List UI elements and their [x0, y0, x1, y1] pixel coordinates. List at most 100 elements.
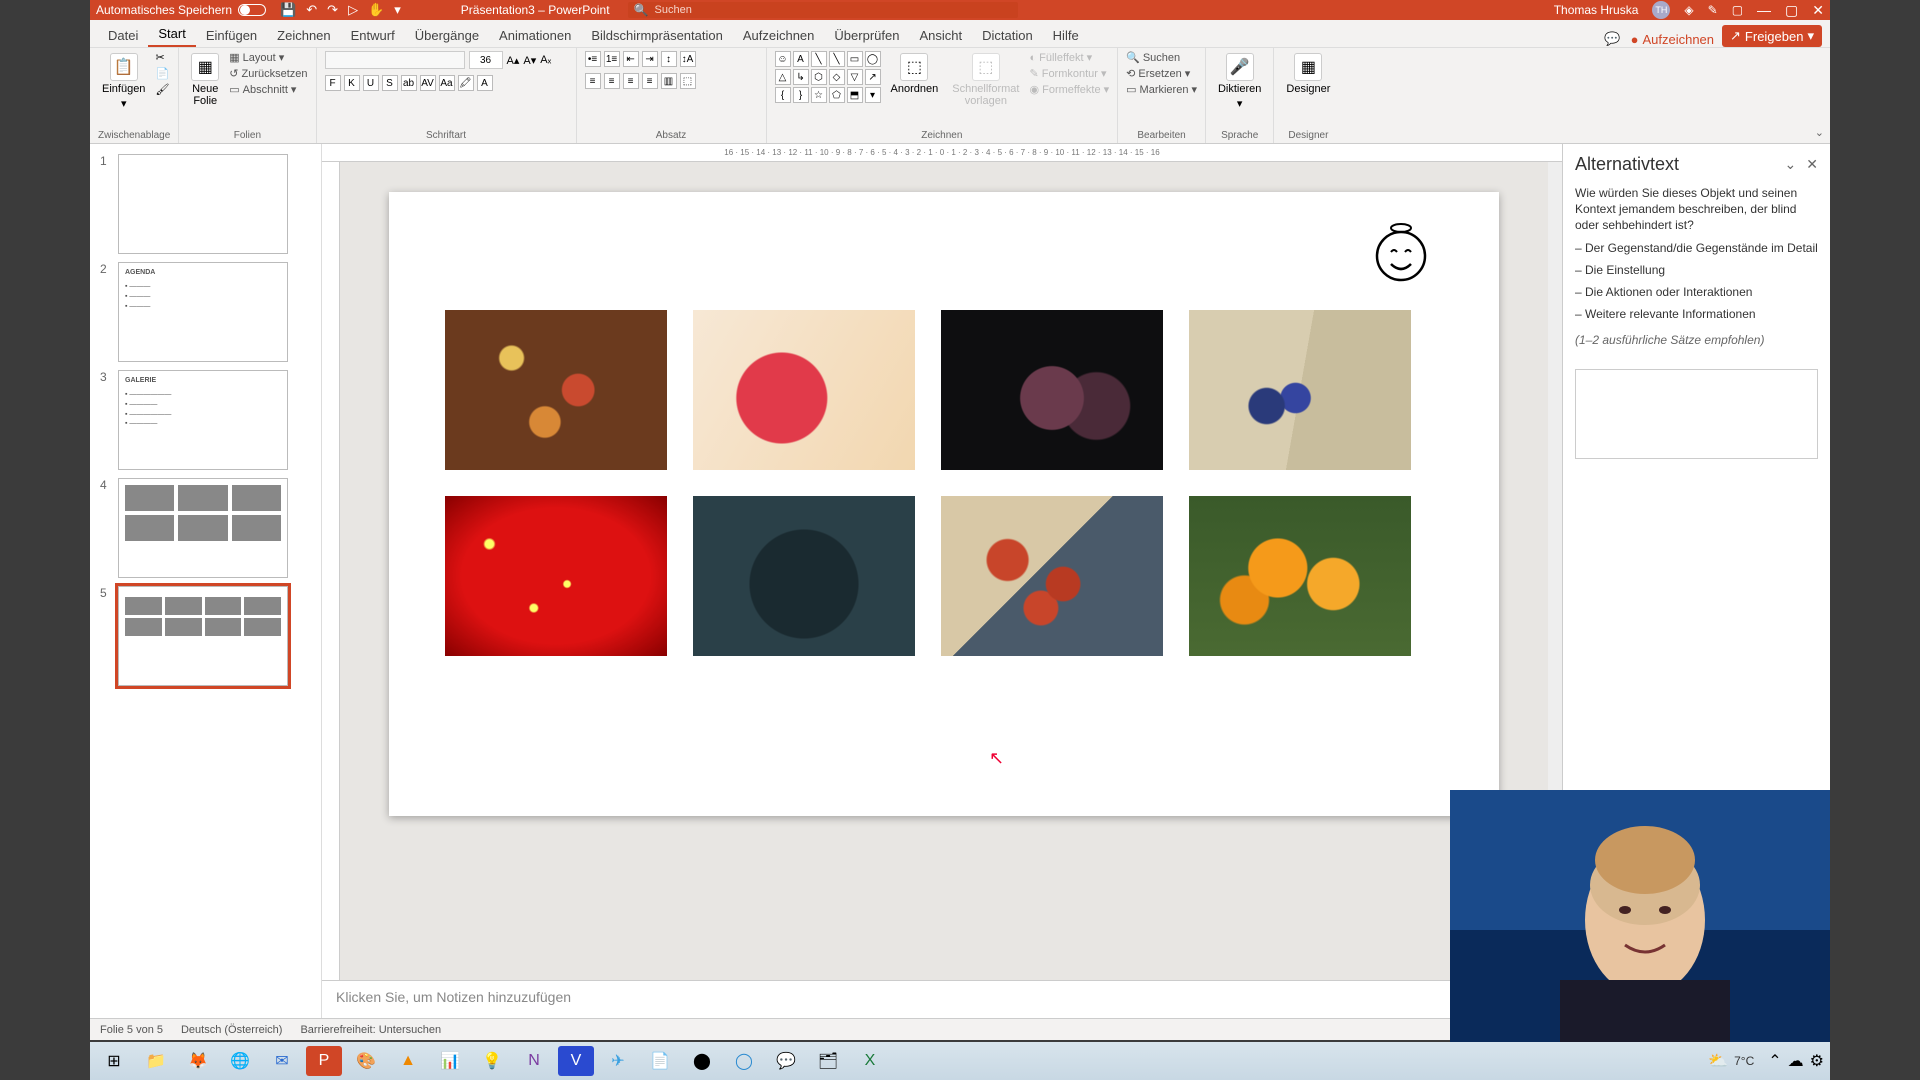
tab-zeichnen[interactable]: Zeichnen: [267, 24, 340, 47]
align-center-icon[interactable]: ≡: [604, 73, 620, 89]
diamond-icon[interactable]: ◈: [1684, 3, 1693, 17]
underline-icon[interactable]: U: [363, 75, 379, 91]
align-left-icon[interactable]: ≡: [585, 73, 601, 89]
undo-icon[interactable]: ↶: [306, 2, 317, 18]
tab-einfuegen[interactable]: Einfügen: [196, 24, 267, 47]
shape-outline-button[interactable]: ✎ Formkontur ▾: [1030, 67, 1110, 80]
obs-icon[interactable]: ⬤: [684, 1046, 720, 1076]
font-size-input[interactable]: [469, 51, 503, 69]
image-oranges-bowl[interactable]: [693, 496, 915, 656]
tray-icon-2[interactable]: ⚙: [1810, 1051, 1824, 1071]
image-blueberries[interactable]: [1189, 310, 1411, 470]
weather-icon[interactable]: ⛅: [1708, 1051, 1728, 1071]
image-apples[interactable]: [445, 310, 667, 470]
spacing-icon[interactable]: AV: [420, 75, 436, 91]
share-button[interactable]: ↗ Freigeben ▾: [1722, 25, 1822, 47]
italic-icon[interactable]: K: [344, 75, 360, 91]
tab-ueberpruefen[interactable]: Überprüfen: [824, 24, 909, 47]
indent-icon[interactable]: ⇥: [642, 51, 658, 67]
save-icon[interactable]: 💾: [280, 2, 296, 18]
tab-aufzeichnen[interactable]: Aufzeichnen: [733, 24, 825, 47]
weather-temp[interactable]: 7°C: [1734, 1054, 1754, 1068]
record-button[interactable]: ● Aufzeichnen: [1631, 32, 1714, 47]
shapes-gallery[interactable]: ☺A╲╲▭◯ △↳⬡◇▽↗ {}☆⬠⬒▾: [775, 51, 881, 103]
app-icon-5[interactable]: 📄: [642, 1046, 678, 1076]
layout-button[interactable]: ▦ Layout ▾: [229, 51, 307, 64]
bullets-icon[interactable]: •≡: [585, 51, 601, 67]
alt-text-input[interactable]: [1575, 369, 1818, 459]
panel-close-icon[interactable]: ✕: [1806, 156, 1818, 173]
chrome-icon[interactable]: 🌐: [222, 1046, 258, 1076]
app-icon-3[interactable]: 💡: [474, 1046, 510, 1076]
powerpoint-icon[interactable]: P: [306, 1046, 342, 1076]
copy-icon[interactable]: 📄: [155, 67, 169, 80]
tab-datei[interactable]: Datei: [98, 24, 148, 47]
thumb-1[interactable]: 1: [90, 150, 321, 258]
user-name[interactable]: Thomas Hruska: [1554, 3, 1639, 17]
image-tangerines[interactable]: [1189, 496, 1411, 656]
tab-entwurf[interactable]: Entwurf: [341, 24, 405, 47]
redo-icon[interactable]: ↷: [327, 2, 338, 18]
paste-button[interactable]: 📋Einfügen▾: [98, 51, 149, 112]
select-button[interactable]: ▭ Markieren ▾: [1126, 83, 1197, 96]
text-direction-icon[interactable]: ↕A: [680, 51, 696, 67]
cut-icon[interactable]: ✂: [155, 51, 169, 64]
shape-fill-button[interactable]: ◐ Fülleffekt ▾: [1030, 51, 1110, 64]
tab-uebergaenge[interactable]: Übergänge: [405, 24, 489, 47]
columns-icon[interactable]: ▥: [661, 73, 677, 89]
tab-animationen[interactable]: Animationen: [489, 24, 581, 47]
dictate-button[interactable]: 🎤Diktieren▾: [1214, 51, 1265, 112]
search-input[interactable]: [655, 4, 1012, 16]
app-icon-1[interactable]: 🎨: [348, 1046, 384, 1076]
status-a11y[interactable]: Barrierefreiheit: Untersuchen: [300, 1024, 441, 1036]
find-button[interactable]: 🔍 Suchen: [1126, 51, 1197, 64]
tab-start[interactable]: Start: [148, 22, 195, 47]
thumb-5[interactable]: 5: [90, 582, 321, 690]
designer-button[interactable]: ▦Designer: [1282, 51, 1334, 97]
autosave-toggle[interactable]: [238, 4, 266, 16]
bold-icon[interactable]: F: [325, 75, 341, 91]
slide[interactable]: ↖: [389, 192, 1499, 816]
app-icon-2[interactable]: 📊: [432, 1046, 468, 1076]
telegram-icon[interactable]: ✈: [600, 1046, 636, 1076]
app-icon-7[interactable]: 💬: [768, 1046, 804, 1076]
format-painter-icon[interactable]: 🖌: [155, 83, 169, 96]
maximize-icon[interactable]: ▢: [1785, 2, 1798, 19]
touch-mode-icon[interactable]: ✋: [368, 2, 384, 18]
thumb-3[interactable]: 3GALERIE▪ ——————▪ ————▪ ——————▪ ————: [90, 366, 321, 474]
minimize-icon[interactable]: —: [1757, 2, 1771, 18]
app-icon-8[interactable]: 🗂: [810, 1046, 846, 1076]
font-color-icon[interactable]: A: [477, 75, 493, 91]
tab-dictation[interactable]: Dictation: [972, 24, 1043, 47]
clear-format-icon[interactable]: Aₓ: [540, 54, 551, 66]
qat-more-icon[interactable]: ▾: [394, 2, 401, 18]
quick-styles-button[interactable]: ⬚Schnellformat vorlagen: [948, 51, 1023, 109]
thumb-2[interactable]: 2AGENDA▪ ———▪ ———▪ ———: [90, 258, 321, 366]
tab-hilfe[interactable]: Hilfe: [1043, 24, 1089, 47]
image-strawberry[interactable]: [445, 496, 667, 656]
excel-icon[interactable]: X: [852, 1046, 888, 1076]
pen-icon[interactable]: ✎: [1708, 3, 1718, 17]
smiley-icon[interactable]: [1371, 222, 1431, 282]
onenote-icon[interactable]: N: [516, 1046, 552, 1076]
start-icon[interactable]: ⊞: [96, 1046, 132, 1076]
justify-icon[interactable]: ≡: [642, 73, 658, 89]
numbering-icon[interactable]: 1≡: [604, 51, 620, 67]
new-slide-button[interactable]: ▦Neue Folie: [187, 51, 223, 109]
shadow-icon[interactable]: ab: [401, 75, 417, 91]
strike-icon[interactable]: S: [382, 75, 398, 91]
image-figs[interactable]: [941, 310, 1163, 470]
slide-canvas[interactable]: ↖: [340, 162, 1548, 980]
align-right-icon[interactable]: ≡: [623, 73, 639, 89]
notes-pane[interactable]: Klicken Sie, um Notizen hinzuzufügen: [322, 980, 1562, 1018]
tray-chevron-icon[interactable]: ⌃: [1768, 1051, 1781, 1071]
reset-button[interactable]: ↺ Zurücksetzen: [229, 67, 307, 80]
from-beginning-icon[interactable]: ▷: [348, 2, 358, 18]
case-icon[interactable]: Aa: [439, 75, 455, 91]
explorer-icon[interactable]: 📁: [138, 1046, 174, 1076]
outlook-icon[interactable]: ✉: [264, 1046, 300, 1076]
image-raspberry[interactable]: [693, 310, 915, 470]
tab-ansicht[interactable]: Ansicht: [909, 24, 972, 47]
vlc-icon[interactable]: ▲: [390, 1046, 426, 1076]
smartart-icon[interactable]: ⬚: [680, 73, 696, 89]
